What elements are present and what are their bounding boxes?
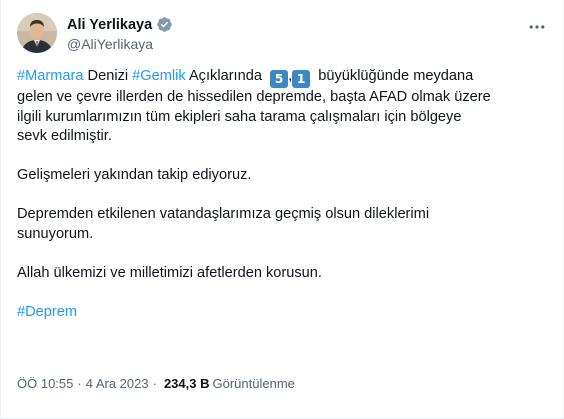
text-line: gelen ve çevre illerden de hissedilen de… <box>17 89 491 105</box>
verified-badge-icon[interactable] <box>156 16 173 33</box>
tweet-date-link[interactable]: 4 Ara 2023 <box>86 376 149 391</box>
author-names: Ali Yerlikaya @AliYerlikaya <box>67 15 173 52</box>
paragraph-4: Allah ülkemizi ve milletimizi afetlerden… <box>17 264 322 281</box>
author-avatar[interactable] <box>17 13 57 53</box>
hashtag-gemlik[interactable]: #Gemlik <box>132 68 186 84</box>
text-line: sunuyorum. <box>17 225 94 242</box>
tweet-time-link[interactable]: ÖÖ 10:55 <box>17 376 73 391</box>
hashtag-marmara[interactable]: #Marmara <box>17 68 84 84</box>
author-name[interactable]: Ali Yerlikaya <box>67 17 152 33</box>
views-count: 234,3 B <box>163 376 210 391</box>
meta-separator: · <box>152 376 157 391</box>
author-name-row: Ali Yerlikaya <box>67 15 173 34</box>
paragraph-1: #Marmara Denizi #Gemlik Açıklarında 5,1 … <box>17 67 549 147</box>
tweet-card: Ali Yerlikaya @AliYerlikaya #Marmara Den… <box>0 0 564 419</box>
views-label: Görüntülenme <box>212 376 295 391</box>
more-options-icon[interactable] <box>527 17 547 37</box>
avatar-photo-icon <box>17 13 57 53</box>
tweet-text: #Marmara Denizi #Gemlik Açıklarında 5,1 … <box>17 67 549 322</box>
hashtag-deprem[interactable]: #Deprem <box>17 304 77 320</box>
text-segment: Denizi <box>83 68 133 84</box>
author-handle[interactable]: @AliYerlikaya <box>67 36 173 52</box>
tweet-meta: ÖÖ 10:55 · 4 Ara 2023 · 234,3 B Görüntül… <box>17 376 295 391</box>
meta-separator: · <box>77 376 82 391</box>
tweet-header: Ali Yerlikaya @AliYerlikaya <box>17 13 549 57</box>
paragraph-3: Depremden etkilenen vatandaşlarımıza geç… <box>17 205 549 244</box>
paragraph-5: #Deprem <box>17 303 549 323</box>
keycap-digit-emoji: 1 <box>292 70 311 88</box>
text-line: ilgili kurumlarımızın tüm ekipleri saha … <box>17 108 462 125</box>
paragraph-2: Gelişmeleri yakından takip ediyoruz. <box>17 167 252 183</box>
text-segment: büyüklüğünde meydana <box>310 68 474 84</box>
text-line: Depremden etkilenen vatandaşlarımıza geç… <box>17 206 430 222</box>
keycap-digit-emoji: 5 <box>270 70 289 88</box>
text-line: sevk edilmiştir. <box>17 128 112 144</box>
text-segment: Açıklarında <box>185 68 271 84</box>
